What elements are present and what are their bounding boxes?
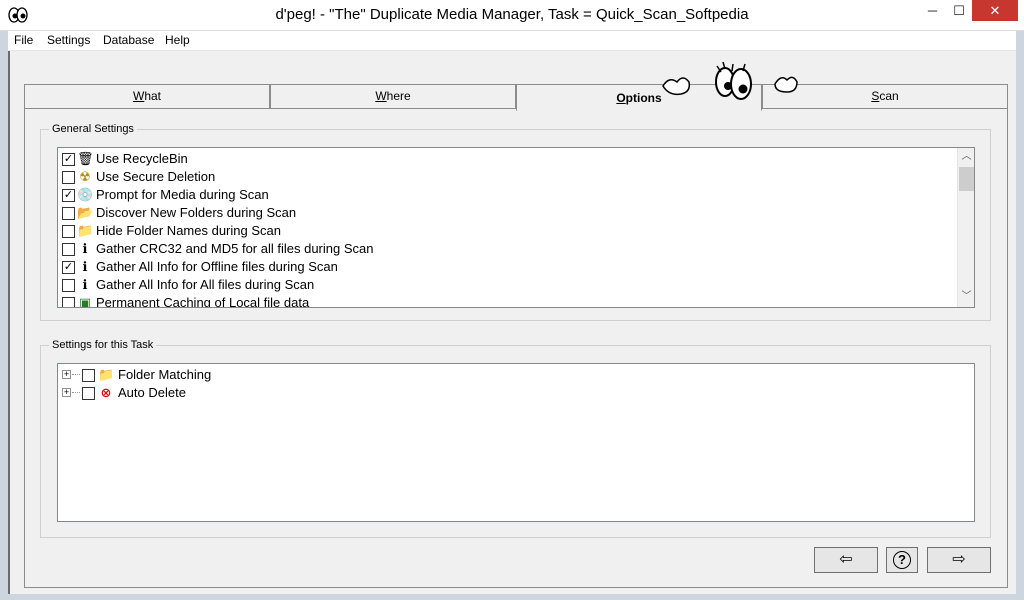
disc-icon: 💿 <box>77 187 94 202</box>
checkbox[interactable] <box>62 243 75 256</box>
list-item-label: Discover New Folders during Scan <box>96 205 297 220</box>
cache-icon: ▣ <box>78 295 92 308</box>
list-item-label: Use Secure Deletion <box>96 169 216 184</box>
list-item[interactable]: ℹ Gather All Info for All files during Sc… <box>62 276 942 294</box>
folder-icon: 📁 <box>77 223 94 238</box>
list-item[interactable]: ☢ Use Secure Deletion <box>62 168 942 186</box>
list-item-label: Gather CRC32 and MD5 for all files durin… <box>96 241 374 256</box>
window-frame-bottom <box>0 594 1024 600</box>
checkbox[interactable] <box>62 297 75 307</box>
list-item[interactable]: 📁 Hide Folder Names during Scan <box>62 222 942 240</box>
window-frame-left <box>0 31 8 600</box>
checkbox[interactable] <box>82 387 95 400</box>
checkbox[interactable] <box>62 207 75 220</box>
menu-bar: File Settings Database Help <box>8 31 1016 51</box>
task-settings-tree: + 📁 Folder Matching + ⊗ Auto Delete <box>57 363 975 522</box>
next-button[interactable]: ⇨ <box>927 547 991 573</box>
info-icon: ℹ <box>82 277 88 292</box>
menu-database[interactable]: Database <box>103 33 154 47</box>
help-button[interactable]: ? <box>886 547 918 573</box>
window-frame-right <box>1016 31 1024 600</box>
list-item[interactable]: ✓ 💿 Prompt for Media during Scan <box>62 186 942 204</box>
minimize-button[interactable]: ─ <box>919 0 946 21</box>
checkbox[interactable] <box>82 369 95 382</box>
recycle-bin-icon: 🗑 <box>77 151 94 166</box>
tree-connector <box>72 374 80 375</box>
task-settings-title: Settings for this Task <box>49 339 157 351</box>
title-bar: d'peg! - "The" Duplicate Media Manager, … <box>0 0 1024 31</box>
list-item-label: Hide Folder Names during Scan <box>96 223 281 238</box>
list-item[interactable]: 📂 Discover New Folders during Scan <box>62 204 942 222</box>
tree-item-label: Auto Delete <box>118 385 186 400</box>
window-title: d'peg! - "The" Duplicate Media Manager, … <box>275 6 749 23</box>
tree-item[interactable]: + 📁 Folder Matching <box>62 366 462 384</box>
list-item-label: Gather All Info for Offline files during… <box>96 259 338 274</box>
general-settings-list: ✓ 🗑 Use RecycleBin ☢ Use Secure Deletion ✓ 💿 Pr… <box>57 147 975 308</box>
list-item[interactable]: ✓ ℹ Gather All Info for Offline files duri… <box>62 258 942 276</box>
menu-settings[interactable]: Settings <box>47 33 90 47</box>
list-item[interactable]: ℹ Gather CRC32 and MD5 for all files duri… <box>62 240 942 258</box>
checkbox[interactable] <box>62 225 75 238</box>
menu-help[interactable]: Help <box>165 33 190 47</box>
checkbox[interactable] <box>62 171 75 184</box>
general-settings-scrollbar[interactable]: ︿ ﹀ <box>957 148 974 307</box>
menu-file[interactable]: File <box>14 33 33 47</box>
scroll-down-arrow-icon[interactable]: ﹀ <box>958 288 974 305</box>
inner-frame-edge <box>8 51 10 594</box>
new-folder-icon: 📂 <box>77 205 94 220</box>
stop-icon: ⊗ <box>100 385 112 400</box>
tree-item[interactable]: + ⊗ Auto Delete <box>62 384 462 402</box>
tab-where[interactable]: Where <box>270 84 516 108</box>
info-icon: ℹ <box>82 241 88 256</box>
maximize-button[interactable]: ☐ <box>946 0 972 21</box>
tree-connector <box>72 392 80 393</box>
help-icon: ? <box>893 551 911 569</box>
scroll-thumb[interactable] <box>959 167 974 191</box>
tab-what[interactable]: What <box>24 84 270 108</box>
general-settings-title: General Settings <box>49 123 137 135</box>
scroll-up-arrow-icon[interactable]: ︿ <box>958 148 974 165</box>
close-button[interactable]: ✕ <box>972 0 1018 21</box>
next-arrow-icon: ⇨ <box>952 551 966 568</box>
checkbox[interactable]: ✓ <box>62 189 75 202</box>
list-item[interactable]: ▣ Permanent Caching of Local file data <box>62 294 942 308</box>
list-item-label: Use RecycleBin <box>96 151 188 166</box>
expand-icon[interactable]: + <box>62 370 71 379</box>
list-item-label: Permanent Caching of Local file data <box>96 295 310 308</box>
checkbox[interactable]: ✓ <box>62 153 75 166</box>
radiation-icon: ☢ <box>79 169 91 184</box>
list-item-label: Gather All Info for All files during Sca… <box>96 277 315 292</box>
checkbox[interactable]: ✓ <box>62 261 75 274</box>
back-button[interactable]: ⇦ <box>814 547 878 573</box>
checkbox[interactable] <box>62 279 75 292</box>
expand-icon[interactable]: + <box>62 388 71 397</box>
folder-icon: 📁 <box>98 367 115 382</box>
tree-item-label: Folder Matching <box>118 367 212 382</box>
mascot-eyes-icon <box>662 61 798 100</box>
info-icon: ℹ <box>82 259 88 274</box>
list-item-label: Prompt for Media during Scan <box>96 187 269 202</box>
back-arrow-icon: ⇦ <box>839 551 853 568</box>
list-item[interactable]: ✓ 🗑 Use RecycleBin <box>62 150 942 168</box>
